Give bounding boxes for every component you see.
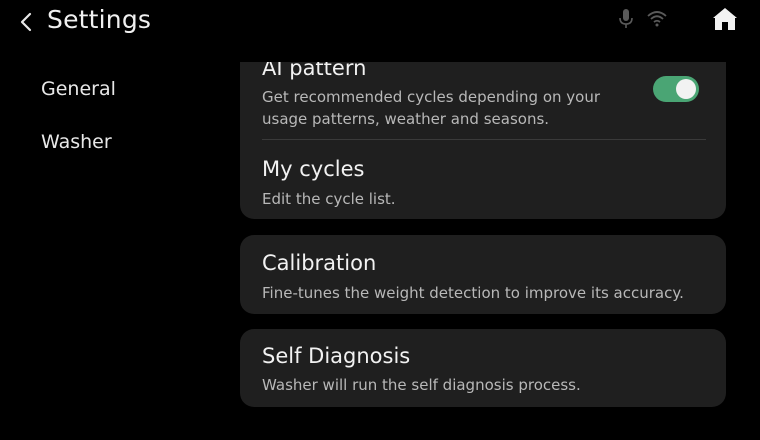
settings-content: AI pattern Get recommended cycles depend…	[0, 56, 760, 440]
ai-pattern-title: AI pattern	[262, 56, 367, 80]
my-cycles-description: Edit the cycle list.	[262, 190, 396, 208]
microphone-icon	[619, 9, 633, 28]
ai-pattern-description-line2: usage patterns, weather and seasons.	[262, 110, 550, 128]
home-icon[interactable]	[711, 6, 739, 32]
self-diagnosis-title: Self Diagnosis	[262, 344, 411, 368]
ai-pattern-description-line1: Get recommended cycles depending on your	[262, 88, 601, 106]
calibration-title: Calibration	[262, 251, 377, 275]
header-bar: Settings	[0, 0, 760, 44]
cycles-settings-card: AI pattern Get recommended cycles depend…	[240, 56, 726, 219]
page-title: Settings	[47, 5, 152, 34]
toggle-knob	[676, 79, 696, 99]
wifi-icon	[647, 11, 667, 27]
calibration-description: Fine-tunes the weight detection to impro…	[262, 284, 684, 302]
my-cycles-title[interactable]: My cycles	[262, 157, 364, 181]
ai-pattern-toggle[interactable]	[653, 76, 699, 102]
self-diagnosis-card[interactable]: Self Diagnosis Washer will run the self …	[240, 329, 726, 407]
calibration-card[interactable]: Calibration Fine-tunes the weight detect…	[240, 235, 726, 314]
chevron-left-icon[interactable]	[16, 9, 38, 35]
self-diagnosis-description: Washer will run the self diagnosis proce…	[262, 376, 581, 394]
divider	[262, 139, 706, 140]
